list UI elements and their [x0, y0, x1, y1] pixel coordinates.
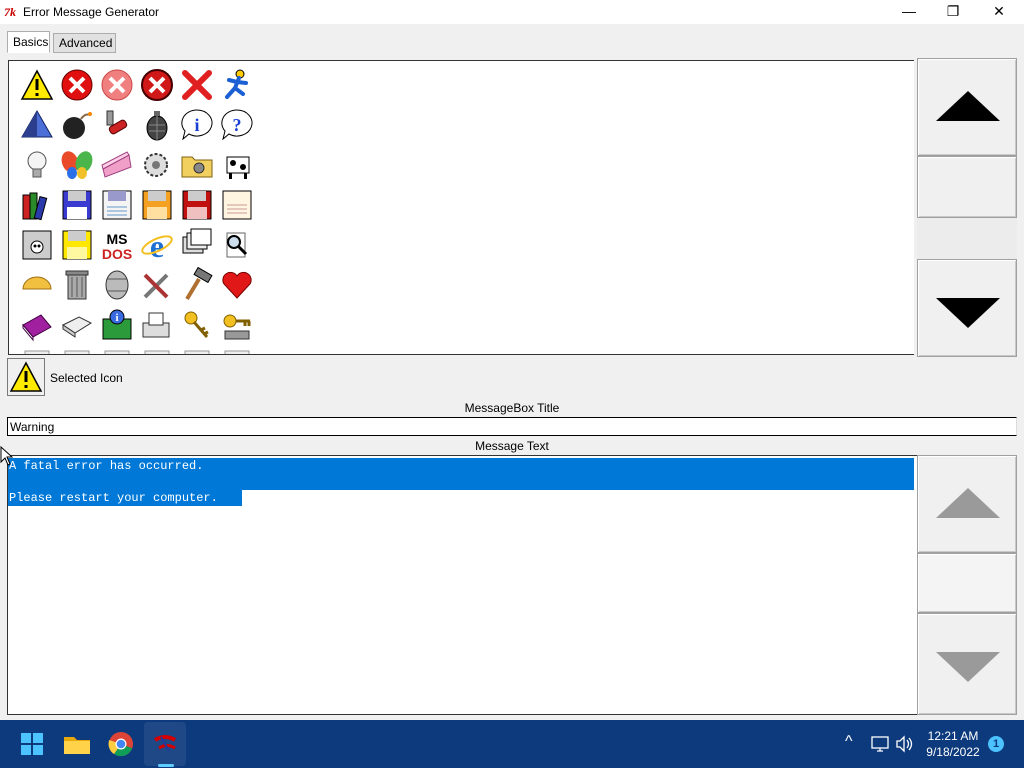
mouse-cursor-icon	[0, 446, 14, 466]
scanner-icon[interactable]	[59, 307, 95, 343]
scroll-thumb[interactable]	[917, 553, 1017, 613]
scroll-down-button[interactable]	[917, 613, 1017, 715]
arrow-down-icon	[936, 652, 1000, 682]
selected-icon-row: Selected Icon	[7, 358, 1017, 398]
message-line: Please restart your computer.	[9, 491, 218, 505]
red-cross-icon[interactable]	[179, 67, 215, 103]
svg-text:i: i	[194, 115, 199, 135]
scroll-down-button[interactable]	[917, 259, 1017, 357]
chrome-icon[interactable]	[105, 728, 137, 760]
warning-icon[interactable]	[19, 67, 55, 103]
arrow-up-icon	[936, 91, 1000, 121]
books-icon[interactable]	[19, 187, 55, 223]
partial-icon[interactable]	[139, 347, 175, 354]
cake-icon[interactable]	[99, 147, 135, 183]
folder-gear-icon[interactable]	[179, 147, 215, 183]
floppy-yellow-icon[interactable]	[59, 227, 95, 263]
bomb-icon[interactable]	[59, 107, 95, 143]
message-text-area[interactable]: A fatal error has occurred. Please resta…	[7, 455, 917, 715]
barrel-icon[interactable]	[99, 267, 135, 303]
icon-grid-scrollbar[interactable]	[917, 58, 1017, 357]
floppy-white-icon[interactable]	[99, 187, 135, 223]
blue-pyramid-icon[interactable]	[19, 107, 55, 143]
active-indicator	[158, 764, 174, 767]
close-button[interactable]: ✕	[976, 0, 1022, 24]
svg-text:?: ?	[233, 115, 242, 135]
windows-stack-icon[interactable]	[179, 227, 215, 263]
floppy-red-icon[interactable]	[179, 187, 215, 223]
tk-app-icon: 7k	[4, 5, 16, 19]
light-bulb-icon[interactable]	[19, 147, 55, 183]
aim-running-man-icon[interactable]	[219, 67, 255, 103]
gear-box-icon[interactable]	[139, 147, 175, 183]
svg-text:DOS: DOS	[102, 246, 132, 262]
error-dark-x-icon[interactable]	[139, 67, 175, 103]
notification-badge[interactable]: 1	[988, 736, 1004, 752]
arrow-up-icon	[936, 488, 1000, 518]
info-board-icon[interactable]: i	[99, 307, 135, 343]
trash-can-icon[interactable]	[59, 267, 95, 303]
warning-icon	[9, 361, 43, 392]
minimize-button[interactable]: —	[886, 0, 932, 24]
tab-basics[interactable]: Basics	[7, 31, 50, 53]
maximize-button[interactable]: ❐	[930, 0, 976, 24]
scroll-up-button[interactable]	[917, 58, 1017, 156]
message-line: A fatal error has occurred.	[9, 459, 204, 473]
question-bubble-icon[interactable]: ?	[219, 107, 255, 143]
scroll-up-button[interactable]	[917, 455, 1017, 553]
error-faded-x-icon[interactable]	[99, 67, 135, 103]
partial-icon[interactable]	[179, 347, 215, 354]
magnifier-doc-icon[interactable]	[219, 227, 255, 263]
tools-icon[interactable]	[139, 267, 175, 303]
error-red-x-icon[interactable]	[59, 67, 95, 103]
pipe-wrench-icon[interactable]	[99, 107, 135, 143]
message-text-label: Message Text	[475, 439, 549, 453]
taskbar: ^ 12:21 AM 9/18/2022 1	[0, 720, 1024, 768]
cow-icon[interactable]	[219, 147, 255, 183]
message-text-scrollbar[interactable]	[917, 455, 1017, 715]
clock[interactable]: 12:21 AM 9/18/2022	[922, 728, 984, 760]
taco-icon[interactable]	[19, 267, 55, 303]
svg-text:MS: MS	[107, 231, 128, 247]
partial-icon[interactable]	[59, 347, 95, 354]
fax-icon[interactable]	[139, 307, 175, 343]
arrow-down-icon	[936, 298, 1000, 328]
hammer-icon[interactable]	[179, 267, 215, 303]
scroll-thumb[interactable]	[917, 156, 1017, 218]
butterfly-icon[interactable]	[59, 147, 95, 183]
tk-app-icon[interactable]	[149, 728, 181, 760]
window-title: Error Message Generator	[23, 5, 160, 19]
network-icon[interactable]	[871, 735, 889, 753]
show-hidden-icons-button[interactable]: ^	[845, 733, 853, 751]
tab-advanced[interactable]: Advanced	[53, 33, 116, 53]
icon-grid: i? MS DOS e i	[8, 60, 914, 355]
floppy-orange-icon[interactable]	[139, 187, 175, 223]
info-bubble-icon[interactable]: i	[179, 107, 215, 143]
floppy-blue-icon[interactable]	[59, 187, 95, 223]
partial-icon[interactable]	[219, 347, 255, 354]
clock-date: 9/18/2022	[926, 745, 980, 759]
floppy-paper-icon[interactable]	[219, 187, 255, 223]
start-icon[interactable]	[16, 728, 48, 760]
selected-icon-label: Selected Icon	[50, 371, 123, 385]
svg-text:i: i	[115, 312, 118, 324]
svg-text:e: e	[150, 228, 164, 263]
title-bar: 7k Error Message Generator — ❐ ✕	[0, 0, 1024, 24]
messagebox-title-input[interactable]	[7, 417, 1017, 436]
partial-icon[interactable]	[99, 347, 135, 354]
grenade-icon[interactable]	[139, 107, 175, 143]
partial-icon[interactable]	[19, 347, 55, 354]
floppy-skull-icon[interactable]	[19, 227, 55, 263]
msdos-icon[interactable]: MS DOS	[99, 227, 135, 263]
clock-time: 12:21 AM	[927, 729, 979, 743]
keys-icon[interactable]	[179, 307, 215, 343]
selected-icon-button[interactable]	[7, 358, 45, 396]
messagebox-title-label: MessageBox Title	[464, 401, 560, 415]
volume-icon[interactable]	[895, 735, 913, 753]
purple-book-icon[interactable]	[19, 307, 55, 343]
file-explorer-icon[interactable]	[61, 728, 93, 760]
key-drive-icon[interactable]	[219, 307, 255, 343]
internet-explorer-icon[interactable]: e	[139, 227, 175, 263]
heart-icon[interactable]	[219, 267, 255, 303]
